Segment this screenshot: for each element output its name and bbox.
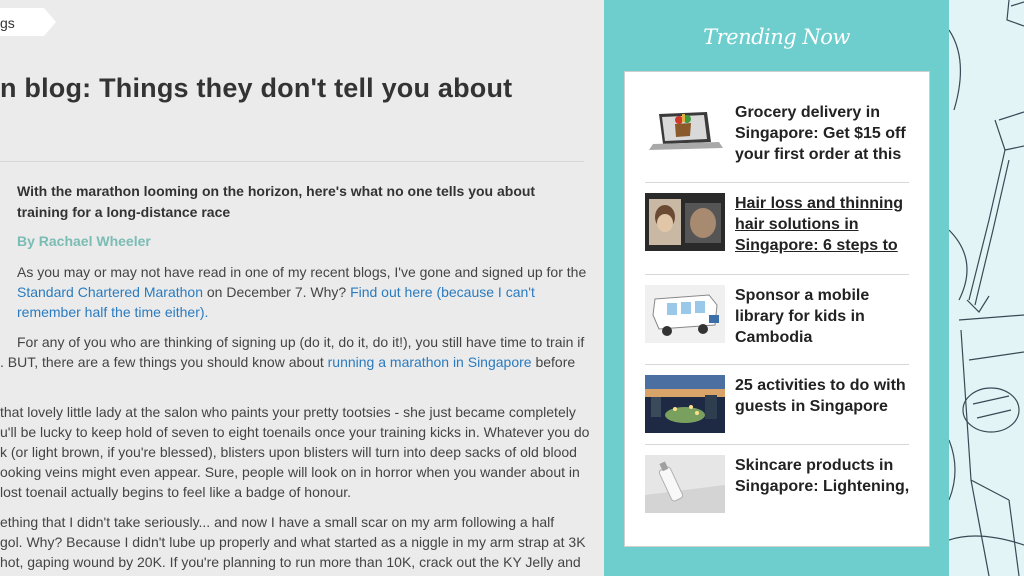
paragraph-line: gol. Why? Because I didn't lube up prope… — [0, 534, 586, 550]
trending-card: Grocery delivery in Singapore: Get $15 o… — [624, 71, 930, 547]
article-title: n blog: Things they don't tell you about — [0, 73, 513, 103]
divider — [645, 444, 909, 445]
mobile-library-icon[interactable] — [645, 285, 725, 343]
paragraph-line: ooking veins might even appear. Sure, pe… — [0, 464, 580, 480]
trending-item-title[interactable]: Grocery delivery in Singapore: Get $15 o… — [735, 102, 913, 165]
paragraph-line: k (or light brown, if you're blessed), b… — [0, 444, 577, 460]
paragraph-line: hot, gaping wound by 20K. If you're plan… — [0, 554, 581, 570]
running-marathon-link[interactable]: running a marathon in Singapore — [328, 354, 532, 370]
skincare-bottle-icon[interactable] — [645, 455, 725, 513]
find-out-link-continued[interactable]: remember half the time either). — [17, 304, 208, 320]
paragraph-line: ething that I didn't take seriously... a… — [0, 514, 555, 530]
paragraph: ething that I didn't take seriously... a… — [0, 512, 586, 572]
paragraph: For any of you who are thinking of signi… — [0, 332, 584, 372]
trending-item-title[interactable]: Sponsor a mobile library for kids in Cam… — [735, 285, 913, 348]
trending-item-title[interactable]: 25 activities to do with guests in Singa… — [735, 375, 913, 417]
divider — [645, 182, 909, 183]
hair-photo-icon[interactable] — [645, 193, 725, 251]
trending-sidebar: Trending Now Grocery delivery in Singapo… — [604, 0, 949, 576]
paragraph-text: . BUT, there are a few things you should… — [0, 354, 328, 370]
divider — [645, 364, 909, 365]
city-night-icon[interactable] — [645, 375, 725, 433]
sketch-illustration-icon — [949, 0, 1024, 576]
divider — [645, 274, 909, 275]
category-tag-label: gs — [0, 15, 15, 31]
paragraph-line: remember half the time either). — [17, 302, 586, 322]
laptop-groceries-icon[interactable] — [645, 102, 725, 160]
paragraph-line: u'll be lucky to keep hold of seven to e… — [0, 424, 590, 440]
paragraph-line: Standard Chartered Marathon on December … — [17, 282, 586, 302]
trending-item-title[interactable]: Hair loss and thinning hair solutions in… — [735, 193, 913, 256]
lead-line: With the marathon looming on the horizon… — [17, 183, 536, 199]
article-area: gs n blog: Things they don't tell you ab… — [0, 0, 604, 576]
trending-heading: Trending Now — [703, 25, 850, 49]
trending-item-title[interactable]: Skincare products in Singapore: Lighteni… — [735, 455, 913, 497]
marathon-link[interactable]: Standard Chartered Marathon — [17, 284, 203, 300]
paragraph-line: For any of you who are thinking of signi… — [17, 334, 585, 350]
paragraph: As you may or may not have read in one o… — [17, 262, 586, 322]
paragraph: that lovely little lady at the salon who… — [0, 402, 589, 502]
paragraph-line: that lovely little lady at the salon who… — [0, 404, 576, 420]
paragraph-line: lost toenail actually begins to feel lik… — [0, 484, 352, 500]
paragraph-line: As you may or may not have read in one o… — [17, 264, 587, 280]
category-tag[interactable]: gs — [0, 8, 56, 36]
paragraph-text: on December 7. Why? — [203, 284, 351, 300]
lead-line: training for a long-distance race — [17, 204, 231, 220]
find-out-link[interactable]: Find out here (because I can't — [350, 284, 535, 300]
article-lead: With the marathon looming on the horizon… — [17, 181, 577, 223]
decorative-sketch-panel — [949, 0, 1024, 576]
paragraph-line: . BUT, there are a few things you should… — [0, 352, 584, 372]
paragraph-text: before — [531, 354, 576, 370]
author-byline[interactable]: By Rachael Wheeler — [17, 233, 151, 249]
divider — [0, 161, 584, 162]
